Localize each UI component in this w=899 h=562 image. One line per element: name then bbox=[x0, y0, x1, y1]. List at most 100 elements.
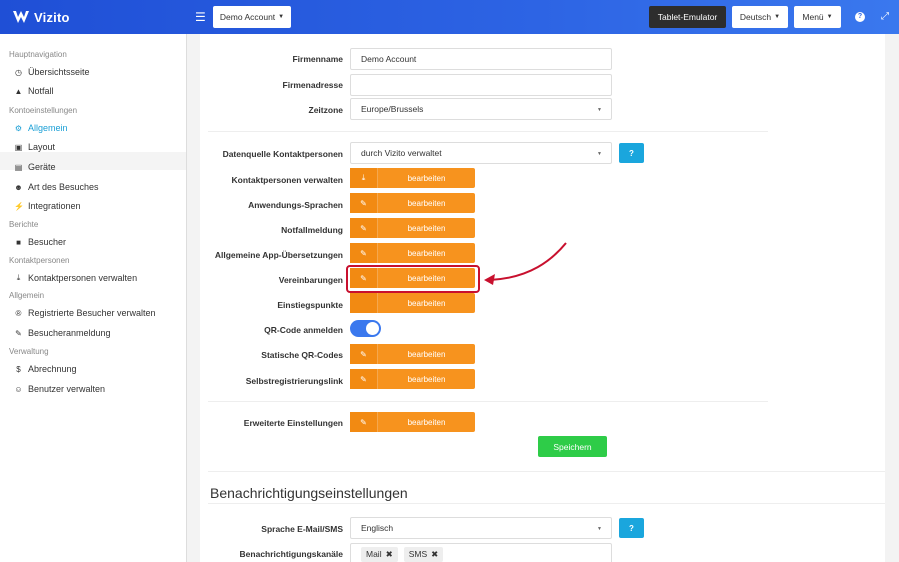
firmenname-field[interactable]: Demo Account bbox=[350, 48, 612, 70]
users-icon: ☻ bbox=[14, 182, 23, 192]
anwendungs-sprachen-edit-button[interactable]: ✎ bearbeiten bbox=[350, 193, 475, 213]
caret-down-icon: ▼ bbox=[774, 14, 781, 20]
sidebar-item-allgemein[interactable]: ⚙ Allgemein bbox=[14, 123, 68, 133]
tablet-emulator-button[interactable]: Tablet-Emulator bbox=[649, 6, 726, 28]
app-uebersetzungen-edit-button[interactable]: ✎ bearbeiten bbox=[350, 243, 475, 263]
sprache-select[interactable]: Englisch ▼ bbox=[350, 517, 612, 539]
row-label: Notfallmeldung bbox=[281, 225, 343, 235]
channel-tag-label: SMS bbox=[408, 549, 428, 559]
highlight-box bbox=[346, 265, 480, 293]
erweiterte-einstellungen-label: Erweiterte Einstellungen bbox=[243, 418, 343, 428]
datenquelle-select[interactable]: durch Vizito verwaltet ▼ bbox=[350, 142, 612, 164]
datenquelle-value: durch Vizito verwaltet bbox=[361, 148, 442, 158]
divider bbox=[208, 131, 768, 132]
sidebar-section-berichte: Berichte bbox=[9, 220, 39, 229]
annotation-arrow-icon bbox=[484, 242, 567, 285]
sidebar: Hauptnavigation ◷ Übersichtsseite ▲ Notf… bbox=[0, 34, 187, 562]
language-dropdown[interactable]: Deutsch ▼ bbox=[732, 6, 788, 28]
brand-name: Vizito bbox=[34, 9, 70, 25]
kontaktpersonen-edit-button[interactable]: ⤓ bearbeiten bbox=[350, 168, 475, 188]
fullscreen-icon[interactable]: ⤢ bbox=[881, 11, 889, 22]
notifications-section-title: Benachrichtigungseinstellungen bbox=[210, 485, 408, 501]
zeitzone-label: Zeitzone bbox=[308, 105, 343, 115]
menu-label: Menü bbox=[802, 12, 824, 22]
sidebar-item-uebersichtsseite[interactable]: ◷ Übersichtsseite bbox=[14, 67, 90, 77]
statische-qr-codes-edit-button[interactable]: ✎ bearbeiten bbox=[350, 344, 475, 364]
logo[interactable]: Vizito bbox=[12, 9, 70, 25]
sidebar-item-kontaktpersonen-verwalten[interactable]: ⤓ Kontaktpersonen verwalten bbox=[14, 273, 137, 283]
chevron-down-icon: ▼ bbox=[597, 151, 602, 157]
divider bbox=[208, 471, 885, 472]
warning-icon: ▲ bbox=[14, 86, 23, 96]
sprache-help-button[interactable]: ? bbox=[619, 518, 644, 538]
download-icon: ⤓ bbox=[16, 273, 21, 282]
button-label: bearbeiten bbox=[407, 349, 446, 359]
sidebar-item-besucheranmeldung[interactable]: ✎ Besucheranmeldung bbox=[14, 328, 110, 338]
sidebar-item-label: Benutzer verwalten bbox=[28, 384, 106, 394]
channel-tag[interactable]: Mail ✖ bbox=[361, 546, 398, 562]
sidebar-item-label: Integrationen bbox=[28, 201, 81, 211]
firmenname-label: Firmenname bbox=[292, 54, 343, 64]
remove-icon[interactable]: ✖ bbox=[431, 549, 438, 560]
button-label: bearbeiten bbox=[407, 417, 446, 427]
sidebar-item-art-des-besuches[interactable]: ☻ Art des Besuches bbox=[14, 182, 99, 192]
edit-icon: ✎ bbox=[350, 412, 378, 432]
row-label: Allgemeine App-Übersetzungen bbox=[214, 250, 343, 260]
sidebar-item-integrationen[interactable]: ⚡ Integrationen bbox=[14, 201, 81, 211]
book-icon: ■ bbox=[16, 237, 21, 247]
erweiterte-einstellungen-edit-button[interactable]: ✎ bearbeiten bbox=[350, 412, 475, 432]
save-button[interactable]: Speichern bbox=[538, 436, 607, 457]
sidebar-item-notfall[interactable]: ▲ Notfall bbox=[14, 86, 54, 96]
datenquelle-help-button[interactable]: ? bbox=[619, 143, 644, 163]
sprache-value: Englisch bbox=[361, 523, 394, 533]
sidebar-item-geraete[interactable]: ▤ Geräte bbox=[14, 162, 56, 172]
kanaele-field[interactable]: Mail ✖ SMS ✖ bbox=[350, 543, 612, 562]
sidebar-item-label: Art des Besuches bbox=[28, 182, 99, 192]
sidebar-item-abrechnung[interactable]: $ Abrechnung bbox=[14, 364, 76, 374]
row-label: Einstiegspunkte bbox=[277, 300, 343, 310]
sidebar-section-kontoeinstellungen: Kontoeinstellungen bbox=[9, 106, 78, 115]
qr-code-toggle[interactable] bbox=[350, 320, 381, 337]
einstiegspunkte-edit-button[interactable]: bearbeiten bbox=[350, 293, 475, 313]
tablet-emulator-label: Tablet-Emulator bbox=[657, 12, 718, 22]
menu-dropdown[interactable]: Menü ▼ bbox=[794, 6, 841, 28]
sidebar-item-label: Registrierte Besucher verwalten bbox=[28, 308, 156, 318]
sidebar-item-besucher[interactable]: ■ Besucher bbox=[14, 237, 66, 247]
chevron-down-icon: ▼ bbox=[597, 526, 602, 532]
sidebar-item-label: Allgemein bbox=[28, 123, 68, 133]
remove-icon[interactable]: ✖ bbox=[386, 549, 393, 560]
edit-icon: ✎ bbox=[350, 369, 378, 389]
plug-icon: ⚡ bbox=[14, 201, 24, 211]
sidebar-item-registrierte-besucher[interactable]: ® Registrierte Besucher verwalten bbox=[14, 308, 156, 318]
vizito-logo-icon bbox=[13, 11, 29, 23]
edit-icon: ✎ bbox=[350, 243, 378, 263]
zeitzone-select[interactable]: Europe/Brussels ▼ bbox=[350, 98, 612, 120]
sidebar-section-allgemein: Allgemein bbox=[9, 291, 45, 300]
row-label: Kontaktpersonen verwalten bbox=[231, 175, 343, 185]
gear-icon: ⚙ bbox=[14, 123, 23, 133]
selbstregistrierungslink-edit-button[interactable]: ✎ bearbeiten bbox=[350, 369, 475, 389]
sidebar-item-label: Besucher bbox=[28, 237, 67, 247]
notfallmeldung-edit-button[interactable]: ✎ bearbeiten bbox=[350, 218, 475, 238]
button-label: bearbeiten bbox=[407, 223, 446, 233]
sidebar-section-kontaktpersonen: Kontaktpersonen bbox=[9, 256, 70, 265]
datenquelle-label: Datenquelle Kontaktpersonen bbox=[222, 149, 343, 159]
account-dropdown[interactable]: Demo Account ▼ bbox=[213, 6, 291, 28]
help-icon[interactable]: ? bbox=[855, 12, 865, 22]
qr-code-label: QR-Code anmelden bbox=[264, 325, 343, 335]
hamburger-icon[interactable]: ☰ bbox=[195, 10, 206, 24]
blank-icon bbox=[350, 293, 378, 313]
chevron-down-icon: ▼ bbox=[597, 107, 602, 113]
button-label: bearbeiten bbox=[407, 198, 446, 208]
sidebar-item-layout[interactable]: ▣ Layout bbox=[14, 142, 55, 152]
edit-icon: ✎ bbox=[350, 218, 378, 238]
language-label: Deutsch bbox=[739, 12, 772, 22]
row-label: Selbstregistrierungslink bbox=[245, 376, 343, 386]
button-label: bearbeiten bbox=[407, 248, 446, 258]
button-label: bearbeiten bbox=[407, 298, 446, 308]
sidebar-item-label: Übersichtsseite bbox=[28, 67, 90, 77]
channel-tag[interactable]: SMS ✖ bbox=[403, 546, 444, 562]
kanaele-label: Benachrichtigungskanäle bbox=[239, 549, 343, 559]
sidebar-item-benutzer-verwalten[interactable]: ☺ Benutzer verwalten bbox=[14, 384, 105, 394]
firmenadresse-field[interactable] bbox=[350, 74, 612, 96]
